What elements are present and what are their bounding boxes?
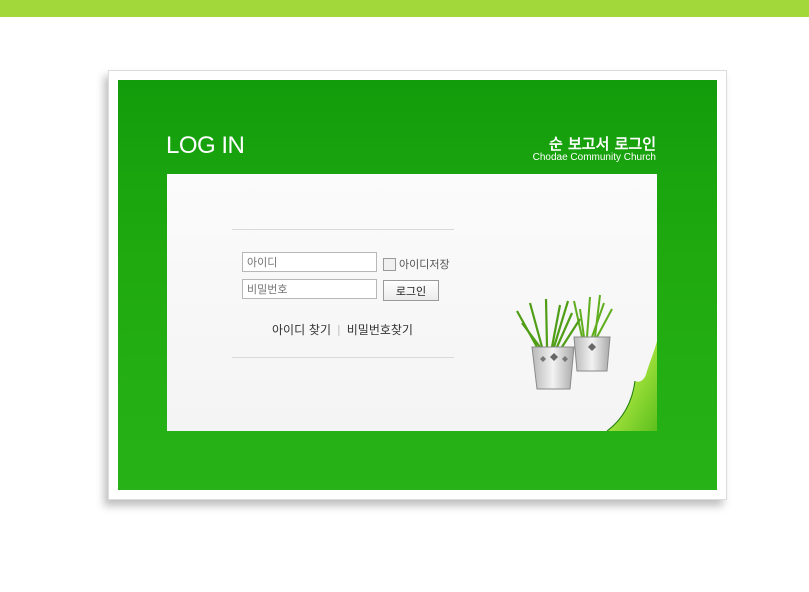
login-content-box: 아이디저장 로그인 아이디 찾기 | 비밀번호찾기 [167,174,657,431]
find-id-link[interactable]: 아이디 찾기 [272,321,331,338]
account-links: 아이디 찾기 | 비밀번호찾기 [272,321,413,338]
page-curl-icon [606,341,657,431]
find-password-link[interactable]: 비밀번호찾기 [347,321,413,338]
page-title: 순 보고서 로그인 [548,135,656,153]
divider-top [232,229,454,230]
link-separator: | [337,323,341,336]
divider-bottom [232,357,454,358]
login-heading: LOG IN [166,132,245,159]
top-accent-bar [0,0,809,17]
id-input[interactable] [242,252,377,272]
remember-id-checkbox[interactable] [383,257,396,271]
church-name: Chodae Community Church [532,152,656,163]
remember-id-option[interactable]: 아이디저장 [383,256,450,272]
password-input[interactable] [242,279,377,299]
remember-id-label: 아이디저장 [399,258,450,271]
login-button[interactable]: 로그인 [383,280,439,301]
